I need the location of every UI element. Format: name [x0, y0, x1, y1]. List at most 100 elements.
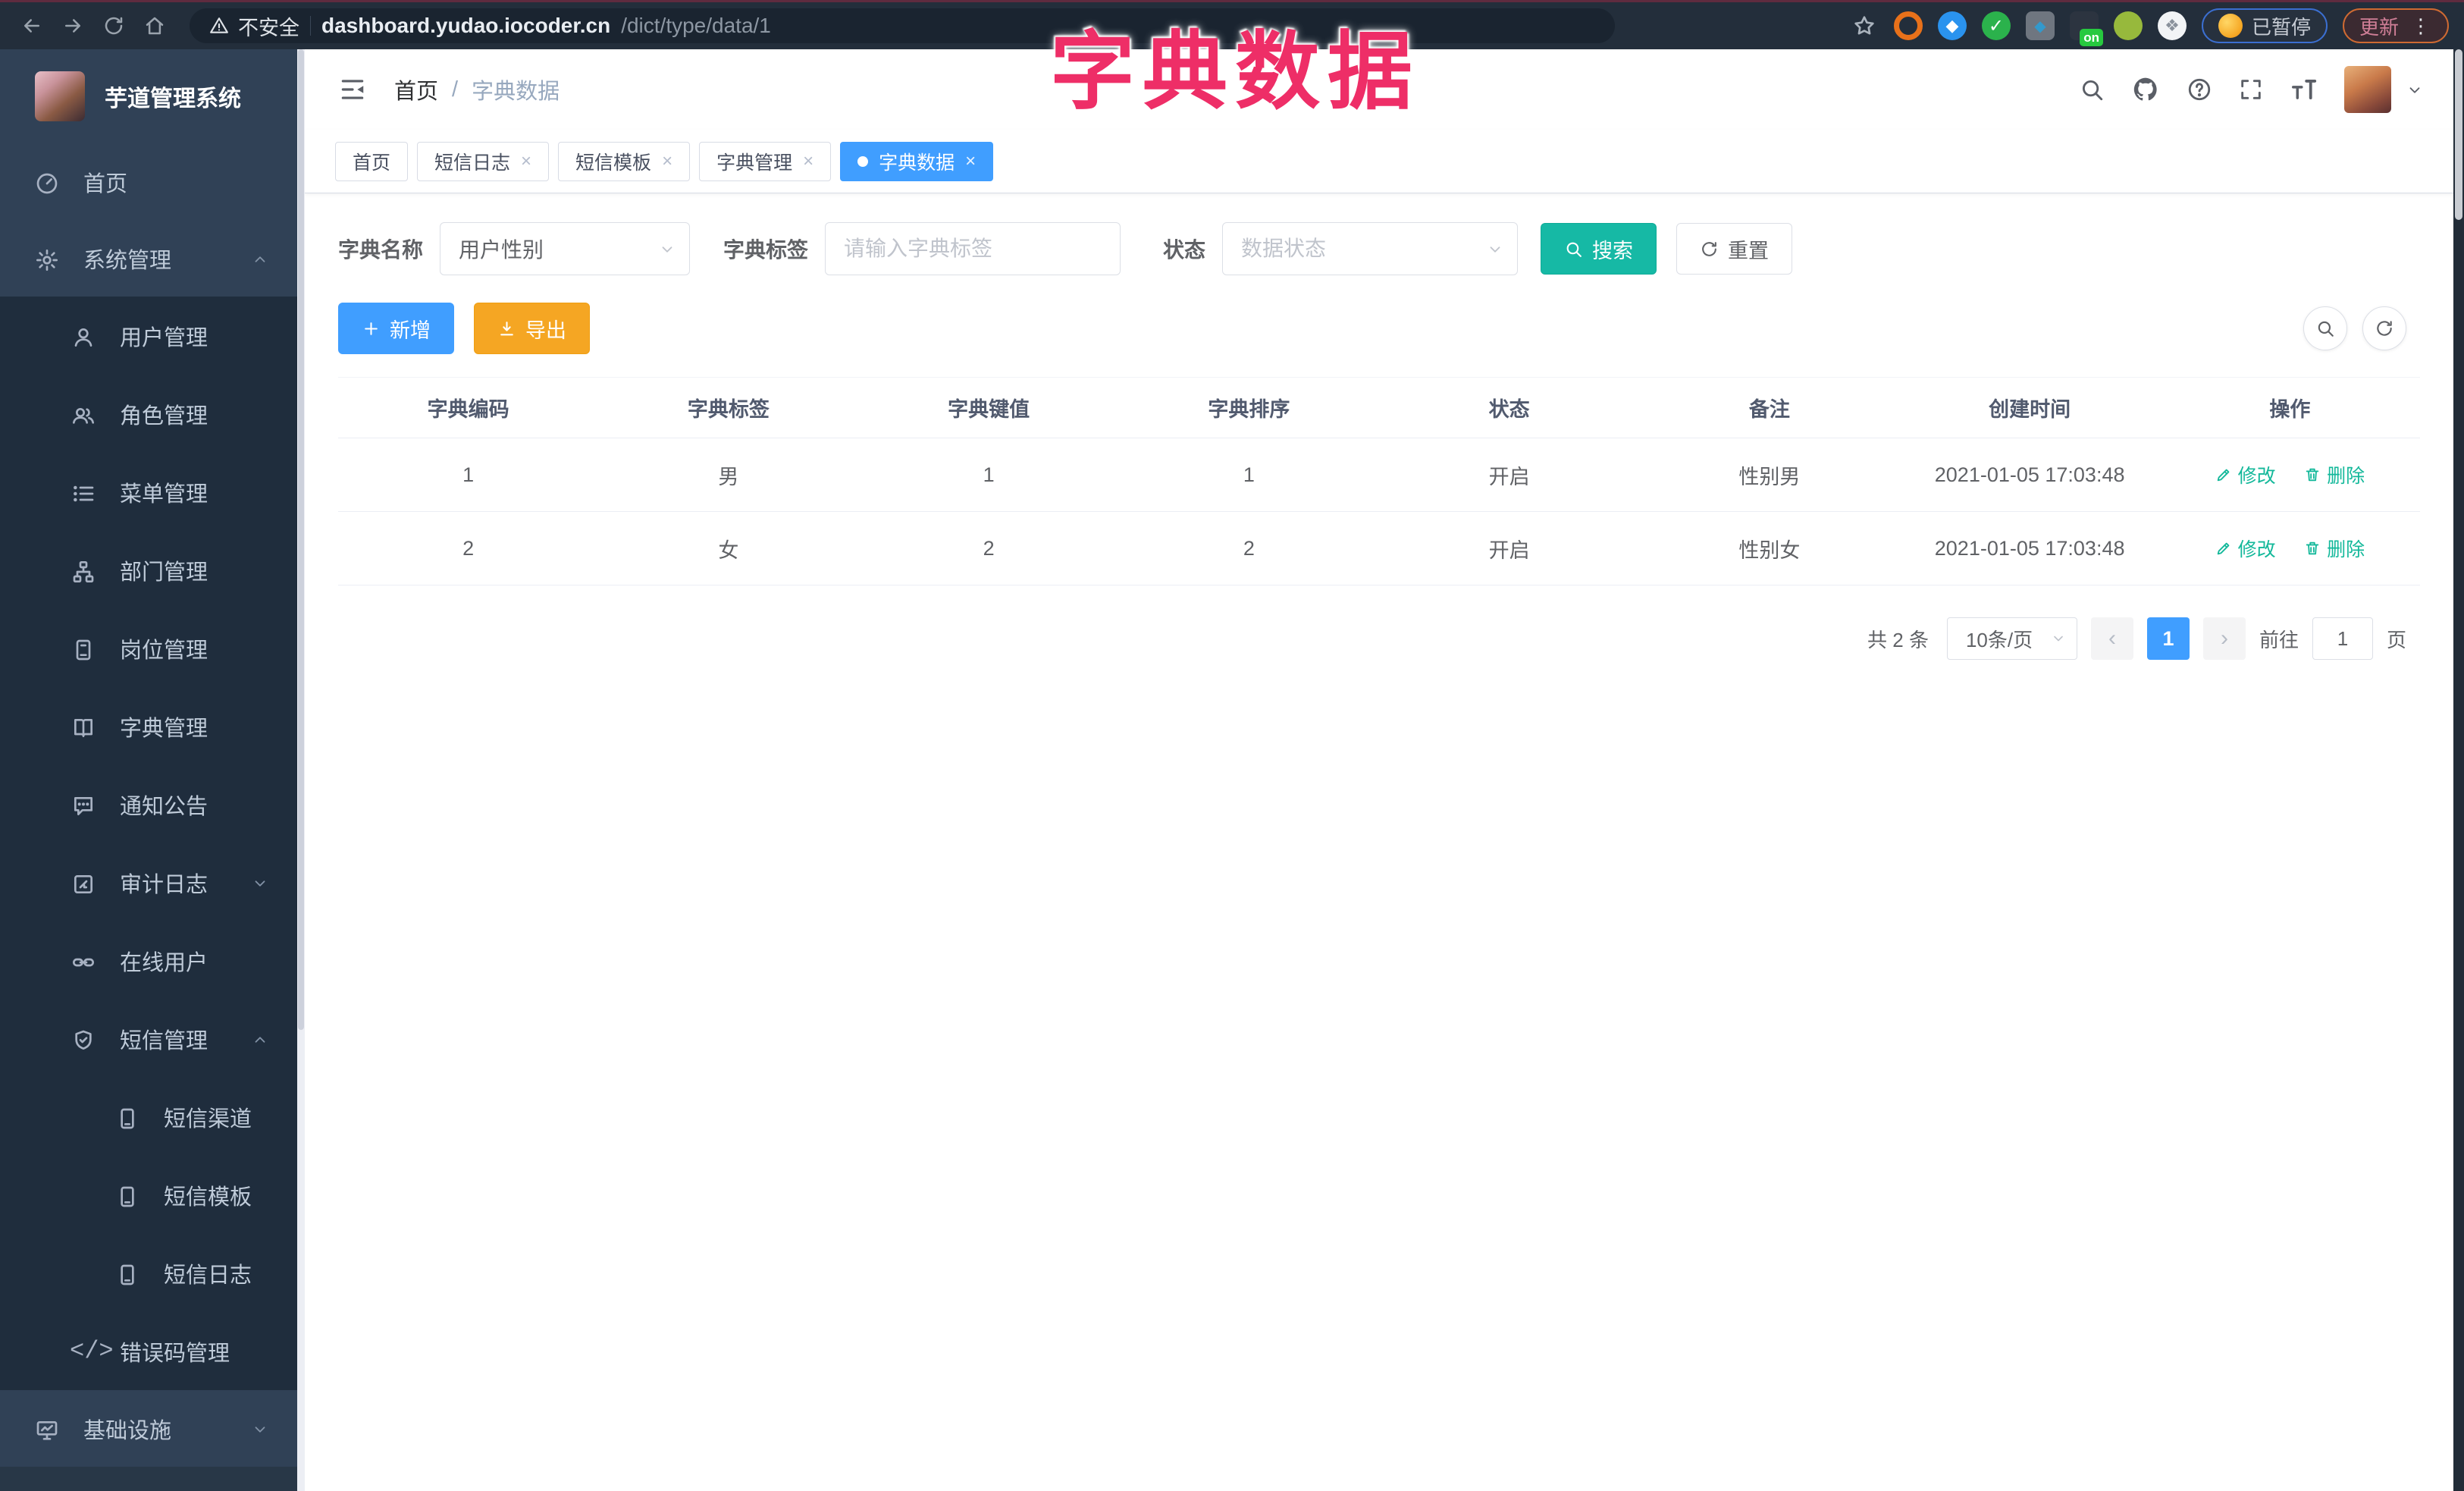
extension-icon-ring[interactable]: [1893, 11, 1923, 40]
extension-icon-check[interactable]: ✓: [1981, 11, 2011, 40]
page-size-select[interactable]: 10条/页: [1946, 617, 2077, 660]
sidebar-scrollbar[interactable]: [297, 49, 305, 1491]
sidebar-scrollbar-thumb[interactable]: [298, 49, 304, 1030]
dict-name-select-value[interactable]: [459, 237, 647, 261]
sidebar-item-notices[interactable]: 通知公告: [0, 765, 297, 843]
sidebar-item-sms-template[interactable]: 短信模板: [0, 1156, 297, 1234]
goto-page-input[interactable]: [2312, 617, 2373, 660]
tab-close-icon[interactable]: ×: [965, 152, 976, 171]
font-size-icon[interactable]: [2290, 75, 2318, 104]
chevron-down-icon: [659, 239, 676, 259]
tab-close-icon[interactable]: ×: [521, 152, 531, 171]
sidebar-item-sms[interactable]: 短信管理: [0, 1000, 297, 1078]
browser-forward-icon[interactable]: [56, 9, 89, 42]
sidebar-item-dictionary[interactable]: 字典管理: [0, 687, 297, 765]
extension-icon-sliders[interactable]: ◆: [2025, 11, 2055, 40]
sidebar-item-label: 岗位管理: [120, 638, 208, 663]
edit-link[interactable]: 修改: [2215, 535, 2276, 562]
browser-menu-icon[interactable]: ⋮: [2411, 14, 2432, 38]
fullscreen-icon[interactable]: [2238, 77, 2264, 102]
sidebar-item-infrastructure[interactable]: 基础设施: [0, 1390, 297, 1467]
sidebar-logo[interactable]: 芋道管理系统: [0, 49, 297, 143]
chevron-down-icon: [252, 1419, 268, 1439]
bookmark-star-icon[interactable]: [1850, 11, 1879, 40]
toggle-search-button[interactable]: [2303, 306, 2347, 350]
extension-icon-proxy[interactable]: on: [2069, 11, 2103, 46]
avatar-caret-icon[interactable]: [2406, 80, 2423, 99]
delete-link[interactable]: 删除: [2304, 461, 2365, 488]
tab-dict-manage[interactable]: 字典管理 ×: [699, 141, 832, 181]
tab-label: 短信日志: [434, 152, 511, 174]
tab-dict-data[interactable]: 字典数据 ×: [840, 141, 994, 181]
prev-page-button[interactable]: ‹: [2090, 617, 2133, 660]
status-select-value[interactable]: [1241, 237, 1475, 261]
sidebar-item-home[interactable]: 首页: [0, 143, 297, 220]
url-path: /dict/type/data/1: [621, 14, 771, 37]
cell-created: 2021-01-05 17:03:48: [1899, 438, 2160, 512]
status-label: 状态: [1163, 238, 1206, 262]
status-select[interactable]: [1222, 222, 1519, 275]
sidebar-item-online-users[interactable]: 在线用户: [0, 921, 297, 1000]
sidebar-item-sms-log[interactable]: 短信日志: [0, 1234, 297, 1312]
col-header: 备注: [1639, 377, 1900, 438]
browser-home-icon[interactable]: [138, 9, 171, 42]
help-icon[interactable]: [2187, 77, 2212, 102]
search-button[interactable]: 搜索: [1541, 223, 1657, 275]
search-icon[interactable]: [2079, 77, 2105, 102]
table-row: 1 男 1 1 开启 性别男 2021-01-05 17:03:48 修改 删除: [338, 438, 2420, 512]
refresh-table-button[interactable]: [2362, 306, 2406, 350]
extension-icon-leaf[interactable]: [2113, 11, 2143, 40]
sidebar-item-label: 部门管理: [120, 560, 208, 585]
sidebar-submenu-system: 用户管理 角色管理 菜单管理 部门管理 岗位管理 字典管理 通知公告 审计日志 …: [0, 297, 297, 1390]
dict-label-input[interactable]: [825, 222, 1121, 275]
goto-page-field[interactable]: [2312, 618, 2372, 659]
security-warning[interactable]: 不安全: [209, 11, 299, 41]
extension-icon-gem[interactable]: ◆: [1937, 11, 1967, 40]
sidebar-item-departments[interactable]: 部门管理: [0, 531, 297, 609]
col-header: 操作: [2159, 377, 2420, 438]
delete-link[interactable]: 删除: [2304, 535, 2365, 562]
search-icon: [2315, 319, 2335, 338]
extensions-puzzle-icon[interactable]: ❖: [2157, 11, 2187, 40]
sidebar-item-roles[interactable]: 角色管理: [0, 375, 297, 453]
profile-paused-chip[interactable]: 已暂停: [2201, 8, 2328, 43]
sidebar-item-error-codes[interactable]: </> 错误码管理: [0, 1312, 297, 1390]
cell-remark: 性别男: [1639, 438, 1900, 512]
browser-reload-icon[interactable]: [97, 9, 130, 42]
tab-sms-template[interactable]: 短信模板 ×: [558, 141, 691, 181]
breadcrumb-home[interactable]: 首页: [394, 74, 438, 105]
dict-label-input-field[interactable]: [844, 237, 1102, 261]
avatar[interactable]: [2344, 66, 2391, 113]
add-button[interactable]: 新增: [338, 303, 454, 354]
tab-label: 字典管理: [716, 152, 793, 174]
sidebar-item-positions[interactable]: 岗位管理: [0, 609, 297, 687]
sidebar-item-system[interactable]: 系统管理: [0, 220, 297, 297]
edit-link[interactable]: 修改: [2215, 461, 2276, 488]
cell-code: 2: [338, 511, 599, 585]
plus-icon: [362, 319, 381, 338]
sidebar-collapse-icon[interactable]: [338, 75, 367, 104]
tab-home[interactable]: 首页: [335, 141, 409, 181]
github-icon[interactable]: [2130, 74, 2161, 105]
page-unit-label: 页: [2386, 628, 2406, 651]
sidebar-item-users[interactable]: 用户管理: [0, 297, 297, 375]
export-button[interactable]: 导出: [474, 303, 590, 354]
page-size-value: 10条/页: [1965, 628, 2033, 651]
screen: 不安全 dashboard.yudao.iocoder.cn /dict/typ…: [0, 0, 2464, 1491]
tab-close-icon[interactable]: ×: [803, 152, 813, 171]
reset-button[interactable]: 重置: [1676, 223, 1793, 275]
page-number-button[interactable]: 1: [2146, 617, 2190, 660]
sidebar-item-audit-log[interactable]: 审计日志: [0, 843, 297, 921]
dict-name-select[interactable]: [440, 222, 691, 275]
warning-icon: [209, 16, 229, 36]
window-scrollbar-thumb[interactable]: [2455, 49, 2462, 220]
browser-update-button[interactable]: 更新 ⋮: [2342, 8, 2449, 43]
next-page-button[interactable]: ›: [2202, 617, 2246, 660]
refresh-icon: [2375, 319, 2394, 338]
browser-back-icon[interactable]: [15, 9, 49, 42]
sidebar-item-sms-channel[interactable]: 短信渠道: [0, 1078, 297, 1156]
window-scrollbar[interactable]: [2453, 49, 2464, 1491]
sidebar-item-menus[interactable]: 菜单管理: [0, 453, 297, 531]
tab-sms-log[interactable]: 短信日志 ×: [417, 141, 550, 181]
tab-close-icon[interactable]: ×: [662, 152, 672, 171]
